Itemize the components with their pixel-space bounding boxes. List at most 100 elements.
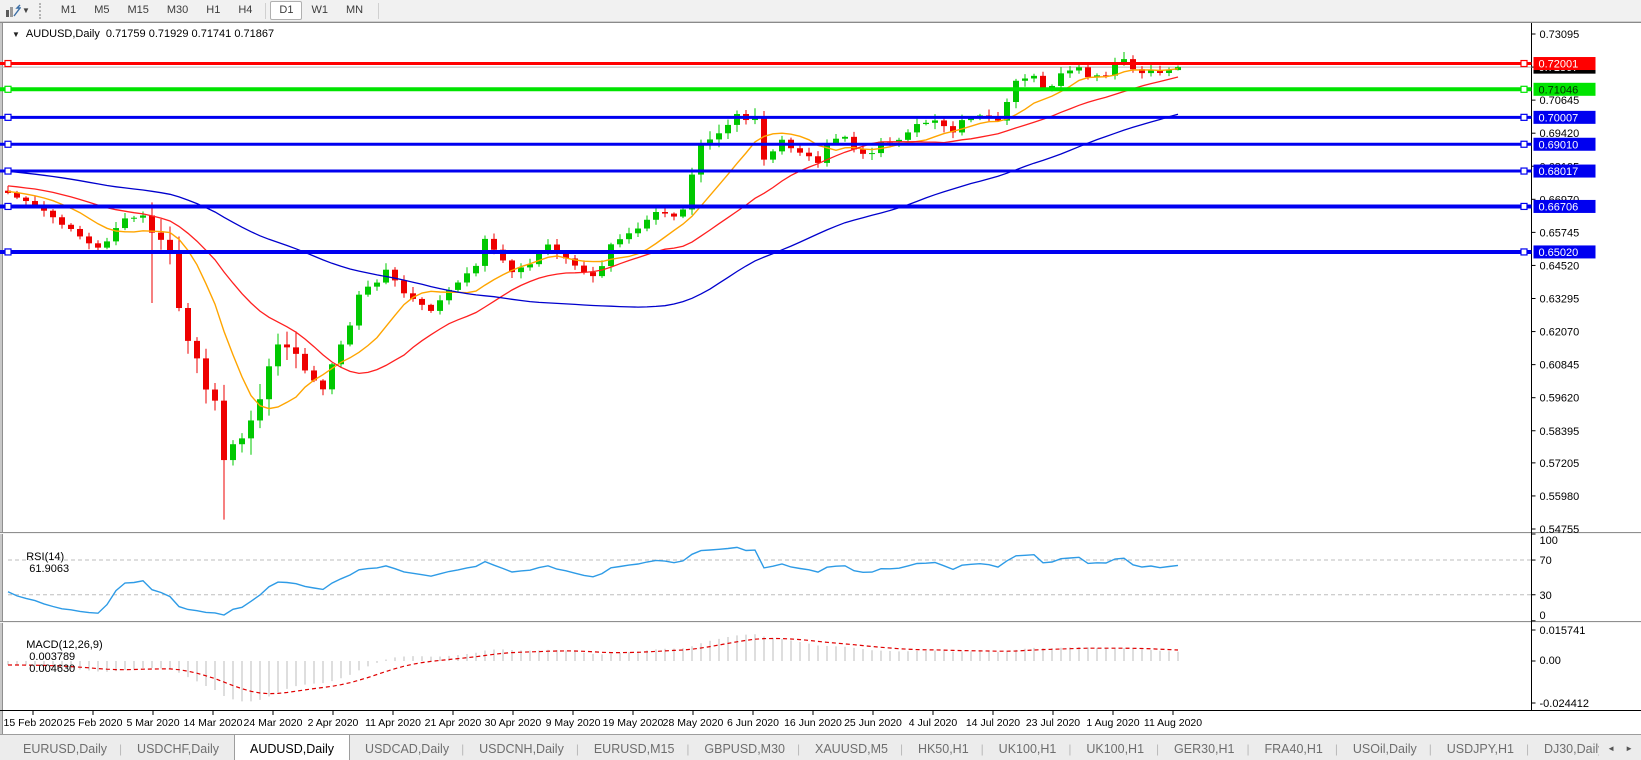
chart-tab[interactable]: GER30,H1 <box>1159 735 1249 760</box>
svg-text:0.00: 0.00 <box>1540 655 1561 667</box>
svg-text:0.015741: 0.015741 <box>1540 625 1586 637</box>
chart-tab[interactable]: EURUSD,Daily <box>8 735 122 760</box>
chart-tab[interactable]: USDJPY,H1 <box>1432 735 1529 760</box>
timeframe-button-d1[interactable]: D1 <box>270 1 302 20</box>
line-handle <box>5 114 11 120</box>
chart-tab[interactable]: AUDUSD,Daily <box>234 734 350 760</box>
svg-text:0.57205: 0.57205 <box>1540 458 1580 470</box>
svg-text:25 Feb 2020: 25 Feb 2020 <box>64 717 123 729</box>
svg-text:70: 70 <box>1540 555 1552 567</box>
svg-text:11 Aug 2020: 11 Aug 2020 <box>1144 717 1202 729</box>
svg-text:21 Apr 2020: 21 Apr 2020 <box>425 717 482 729</box>
rsi-indicator-label: RSI(14) 61.9063 <box>14 539 69 587</box>
line-handle <box>5 86 11 92</box>
line-handle <box>5 168 11 174</box>
time-axis[interactable]: 15 Feb 202025 Feb 20205 Mar 202014 Mar 2… <box>4 711 1203 730</box>
svg-text:0.63295: 0.63295 <box>1540 294 1580 306</box>
panel-borders <box>0 23 1641 711</box>
rsi-panel: 10070300 <box>8 534 1558 622</box>
top-toolbar: ▼ M1M5M15M30H1H4 D1W1MN <box>0 0 1641 22</box>
chart-tab[interactable]: HK50,H1 <box>903 735 984 760</box>
timeframe-button-w1[interactable]: W1 <box>302 1 337 20</box>
chart-window: 0.730950.718700.706450.694200.681950.669… <box>0 22 1641 734</box>
macd-signal-value: 0.004630 <box>29 663 75 675</box>
macd-indicator-label: MACD(12,26,9) 0.003789 0.004630 <box>14 627 103 687</box>
line-handle <box>5 141 11 147</box>
svg-text:0.64520: 0.64520 <box>1540 260 1580 272</box>
svg-text:28 May 2020: 28 May 2020 <box>663 717 724 729</box>
chart-tab[interactable]: USDCAD,Daily <box>350 735 464 760</box>
svg-text:0.65745: 0.65745 <box>1540 227 1580 239</box>
chart-tab[interactable]: XAUUSD,M5 <box>800 735 903 760</box>
line-handle <box>1521 168 1527 174</box>
chart-tab[interactable]: USDCNH,Daily <box>464 735 579 760</box>
tab-scroll-controls: ◄ ► <box>1599 735 1641 760</box>
chart-tab[interactable]: FRA40,H1 <box>1250 735 1338 760</box>
collapse-chart-icon[interactable]: ▼ <box>12 30 20 39</box>
tab-scroll-left-icon[interactable]: ◄ <box>1603 741 1619 756</box>
macd-signal-line <box>8 639 1178 694</box>
svg-text:0.60845: 0.60845 <box>1540 360 1580 372</box>
ohlc-values: 0.71759 0.71929 0.71741 0.71867 <box>106 28 274 40</box>
timeframe-button-mn[interactable]: MN <box>337 1 372 20</box>
chart-tab[interactable]: UK100,H1 <box>1071 735 1159 760</box>
svg-text:14 Mar 2020: 14 Mar 2020 <box>184 717 243 729</box>
tab-scroll-right-icon[interactable]: ► <box>1621 741 1637 756</box>
timeframe-button-m1[interactable]: M1 <box>52 1 85 20</box>
timeframe-button-m5[interactable]: M5 <box>85 1 118 20</box>
price-axis[interactable]: 0.730950.718700.706450.694200.681950.669… <box>1532 29 1580 536</box>
toolbar-separator <box>378 3 379 19</box>
macd-name: MACD(12,26,9) <box>26 639 102 651</box>
svg-text:0.66706: 0.66706 <box>1539 201 1579 213</box>
svg-text:0.73095: 0.73095 <box>1540 29 1580 41</box>
toolbar-separator <box>265 3 266 19</box>
svg-text:0.59620: 0.59620 <box>1540 393 1580 405</box>
line-handle <box>5 61 11 67</box>
svg-text:-0.024412: -0.024412 <box>1540 698 1590 710</box>
line-handle <box>1521 249 1527 255</box>
svg-text:0.70007: 0.70007 <box>1539 112 1579 124</box>
timeframe-button-m30[interactable]: M30 <box>158 1 197 20</box>
chart-tab[interactable]: USDCHF,Daily <box>122 735 234 760</box>
svg-text:14 Jul 2020: 14 Jul 2020 <box>966 717 1020 729</box>
chart-tab[interactable]: UK100,H1 <box>984 735 1072 760</box>
line-handle <box>1521 86 1527 92</box>
svg-text:30: 30 <box>1540 590 1552 602</box>
svg-text:19 May 2020: 19 May 2020 <box>603 717 664 729</box>
svg-text:0.71046: 0.71046 <box>1539 84 1579 96</box>
chart-title: ▼ AUDUSD,Daily 0.71759 0.71929 0.71741 0… <box>12 28 274 40</box>
chart-cursor-icon <box>5 4 21 18</box>
macd-panel: 0.015741 0.00 -0.024412 <box>8 625 1589 710</box>
svg-text:0.62070: 0.62070 <box>1540 327 1580 339</box>
svg-text:0.58395: 0.58395 <box>1540 426 1580 438</box>
line-handle <box>1521 203 1527 209</box>
line-handle <box>1521 114 1527 120</box>
chevron-down-icon[interactable]: ▼ <box>22 7 30 15</box>
toolbar-grip[interactable] <box>39 3 46 19</box>
chart-tab[interactable]: USOil,Daily <box>1338 735 1432 760</box>
rsi-value: 61.9063 <box>29 563 69 575</box>
timeframe-button-h4[interactable]: H4 <box>229 1 261 20</box>
svg-text:0.65020: 0.65020 <box>1539 247 1579 259</box>
chart-tabs-bar: EURUSD,DailyUSDCHF,DailyAUDUSD,DailyUSDC… <box>0 734 1641 760</box>
svg-text:5 Mar 2020: 5 Mar 2020 <box>126 717 179 729</box>
candlestick-series <box>5 52 1181 520</box>
svg-text:25 Jun 2020: 25 Jun 2020 <box>844 717 902 729</box>
svg-text:9 May 2020: 9 May 2020 <box>546 717 601 729</box>
svg-text:6 Jun 2020: 6 Jun 2020 <box>727 717 779 729</box>
svg-text:24 Mar 2020: 24 Mar 2020 <box>244 717 303 729</box>
svg-text:0.70645: 0.70645 <box>1540 95 1580 107</box>
timeframe-button-h1[interactable]: H1 <box>197 1 229 20</box>
svg-text:2 Apr 2020: 2 Apr 2020 <box>308 717 359 729</box>
timeframe-button-m15[interactable]: M15 <box>118 1 157 20</box>
chart-tab[interactable]: EURUSD,M15 <box>579 735 690 760</box>
chart-canvas[interactable]: 0.730950.718700.706450.694200.681950.669… <box>0 23 1641 734</box>
chart-tool-button[interactable]: ▼ <box>2 3 33 19</box>
svg-text:30 Apr 2020: 30 Apr 2020 <box>485 717 542 729</box>
chart-tab[interactable]: GBPUSD,M30 <box>689 735 800 760</box>
svg-text:11 Apr 2020: 11 Apr 2020 <box>365 717 421 729</box>
line-handle <box>5 249 11 255</box>
svg-text:4 Jul 2020: 4 Jul 2020 <box>909 717 958 729</box>
ma-fast-line <box>8 69 1178 409</box>
symbol-period-label: AUDUSD,Daily <box>26 28 100 40</box>
